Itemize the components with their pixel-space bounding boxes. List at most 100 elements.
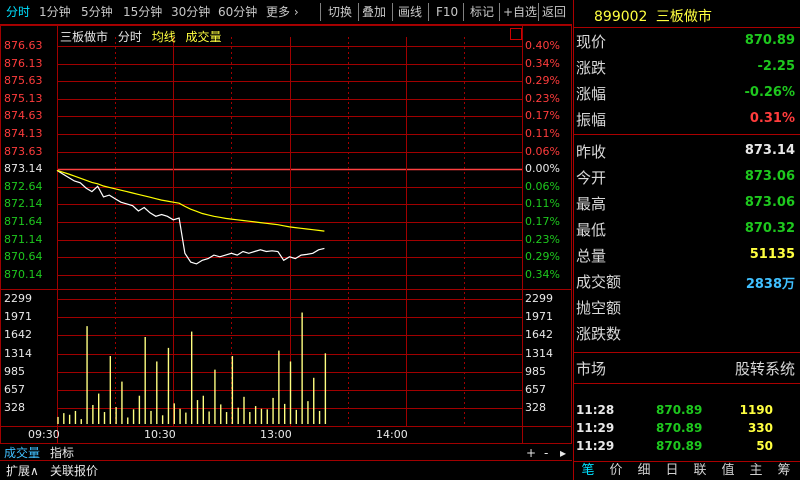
tick-volume: 50 <box>756 439 773 453</box>
indicator-tab-volume[interactable]: 成交量 <box>4 445 40 461</box>
quote-row: 涨跌 -2.25 <box>574 55 800 79</box>
price-tick-label: 870.64 <box>4 250 43 264</box>
panel-tab[interactable]: 筹 <box>772 462 796 480</box>
quote-label: 最低 <box>576 221 607 239</box>
volume-tick-label: 1971 <box>4 310 32 324</box>
quote-row: 最低 870.32 <box>574 217 800 241</box>
instrument-header: 899002 三板做市 <box>594 6 712 26</box>
quote-row: 涨跌数 <box>574 321 800 345</box>
panel-tab[interactable]: 笔 <box>576 462 600 480</box>
quote-label: 振幅 <box>576 111 607 129</box>
timeshare-chart[interactable]: 三板做市 分时 均线 成交量 876.63 0.40% 876.13 0.34% 875… <box>0 0 572 480</box>
pct-tick-label: 0.06% <box>525 179 560 193</box>
price-tick-label: 876.13 <box>4 56 43 70</box>
quote-value: 873.14 <box>744 143 795 158</box>
market-row: 市场 股转系统 <box>574 356 800 380</box>
pct-tick-label: 0.00% <box>525 162 560 176</box>
pct-tick-label: 0.40% <box>525 39 560 52</box>
price-tick-label: 872.14 <box>4 197 43 211</box>
price-tick-label: 874.13 <box>4 127 43 140</box>
tick-time: 11:28 <box>576 403 615 417</box>
price-tick-label: 873.14 <box>4 162 43 176</box>
quote-row: 今开 873.06 <box>574 165 800 189</box>
quote-panel: 899002 三板做市 现价 870.89 涨跌 -2.25 涨幅 -0.26% 振幅 0.3… <box>573 0 800 480</box>
indicator-tab-index[interactable]: 指标 <box>50 445 74 461</box>
quote-value: 870.32 <box>744 221 795 236</box>
quote-label: 今开 <box>576 169 607 187</box>
chart-legend: 三板做市 分时 均线 成交量 <box>60 28 228 45</box>
panel-tab[interactable]: 日 <box>660 462 684 480</box>
quote-value: -0.26% <box>744 85 796 100</box>
panel-tab[interactable]: 值 <box>716 462 740 480</box>
panel-tab[interactable]: 联 <box>688 462 712 480</box>
tick-time: 11:29 <box>576 439 615 453</box>
panel-tab[interactable]: 主 <box>744 462 768 480</box>
market-label: 市场 <box>576 360 607 378</box>
scroll-right-button[interactable]: ▸ <box>560 445 566 461</box>
tick-time: 11:29 <box>576 421 615 435</box>
chart-frame <box>0 25 572 444</box>
volume-tick-label: 657 <box>4 382 25 396</box>
quote-label: 涨跌数 <box>576 325 622 343</box>
pct-tick-label: 0.11% <box>525 197 560 211</box>
volume-tick-label-right: 1642 <box>525 328 553 342</box>
quote-value: -2.25 <box>757 59 795 74</box>
quote-label: 涨幅 <box>576 85 607 103</box>
tick-row: 11:29 870.89 50 <box>574 439 800 455</box>
time-tick-label: 14:00 <box>376 428 408 441</box>
volume-tick-label: 328 <box>4 401 25 414</box>
volume-tick-label: 1314 <box>4 346 32 360</box>
pct-tick-label: 0.17% <box>525 109 560 123</box>
quote-label: 现价 <box>576 33 607 51</box>
quote-value: 51135 <box>749 247 795 262</box>
expand-button[interactable]: 扩展∧ <box>6 463 39 479</box>
chart-canvas <box>0 25 572 461</box>
legend-volume: 成交量 <box>185 30 222 44</box>
quote-label: 总量 <box>576 247 607 265</box>
divider <box>574 383 800 384</box>
legend-avg-line: 均线 <box>151 30 176 44</box>
pct-tick-label: 0.29% <box>525 250 560 264</box>
volume-tick-label: 985 <box>4 364 25 378</box>
price-tick-label: 874.63 <box>4 109 43 123</box>
pct-tick-label: 0.34% <box>525 56 560 70</box>
quote-label: 昨收 <box>576 143 607 161</box>
quote-row: 昨收 873.14 <box>574 139 800 163</box>
quote-label: 最高 <box>576 195 607 213</box>
panel-tab[interactable]: 价 <box>604 462 628 480</box>
quote-row: 振幅 0.31% <box>574 107 800 131</box>
related-quotes-button[interactable]: 关联报价 <box>50 463 98 479</box>
volume-tick-label-right: 657 <box>525 382 546 396</box>
quote-value: 2838万 <box>745 277 795 292</box>
volume-tick-label-right: 2299 <box>525 292 553 305</box>
volume-tick-label-right: 1971 <box>525 310 553 324</box>
price-tick-label: 870.14 <box>4 267 43 281</box>
average-line <box>56 169 325 232</box>
price-tick-label: 876.63 <box>4 39 43 52</box>
quote-label: 成交额 <box>576 273 622 291</box>
pct-tick-label: 0.17% <box>525 215 560 228</box>
volume-tick-label-right: 1314 <box>525 346 553 360</box>
quote-value: 873.06 <box>744 195 795 210</box>
volume-tick-label-right: 985 <box>525 364 546 378</box>
panel-tab[interactable]: 细 <box>632 462 656 480</box>
tick-price: 870.89 <box>656 439 703 453</box>
volume-tick-label-right: 328 <box>525 401 546 414</box>
legend-instrument: 三板做市 <box>60 30 109 44</box>
price-tick-label: 875.13 <box>4 91 43 105</box>
price-tick-label: 873.63 <box>4 144 43 158</box>
price-tick-label: 871.14 <box>4 232 43 246</box>
quote-value: 0.31% <box>749 111 795 126</box>
quote-value: 873.06 <box>744 169 795 184</box>
zoom-out-button[interactable]: - <box>544 445 548 461</box>
quote-value: 870.89 <box>744 33 795 48</box>
price-tick-label: 871.64 <box>4 215 43 228</box>
tick-volume: 330 <box>747 421 773 435</box>
tick-price: 870.89 <box>656 421 703 435</box>
quote-row: 成交额 2838万 <box>574 269 800 293</box>
quote-row: 涨幅 -0.26% <box>574 81 800 105</box>
chart-options-box[interactable] <box>510 28 522 40</box>
zoom-in-button[interactable]: + <box>526 445 536 461</box>
quote-label: 抛空额 <box>576 299 622 317</box>
price-tick-label: 872.64 <box>4 179 43 193</box>
